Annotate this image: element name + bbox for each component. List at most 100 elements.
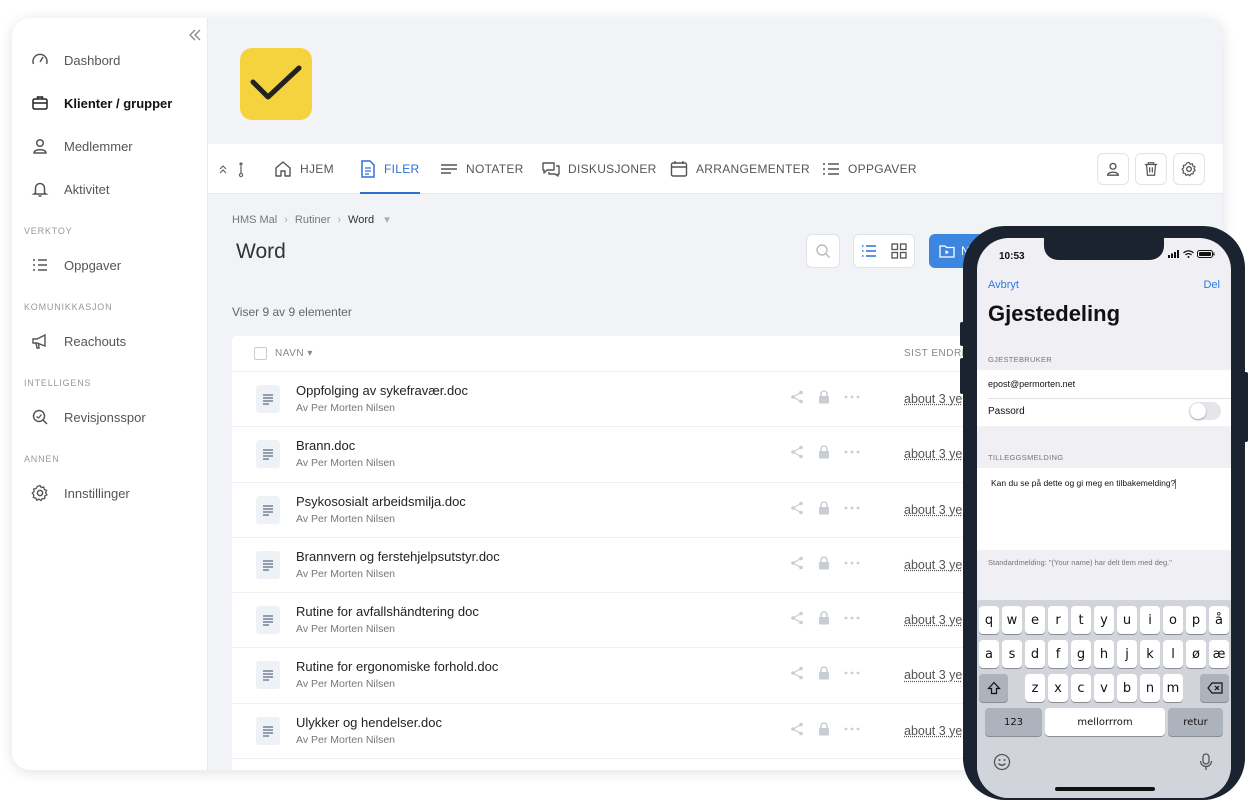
table-row[interactable]: Brannvern og ferstehjelpsutstyr.doc Av Pe… <box>232 538 992 594</box>
expand-icon[interactable] <box>218 144 252 194</box>
key[interactable]: d <box>1025 640 1045 668</box>
share-icon[interactable] <box>790 611 804 625</box>
sidebar-item-reachouts[interactable]: Reachouts <box>30 331 126 351</box>
table-row[interactable]: Brann.doc Av Per Morten Nilsen about 3 ye <box>232 427 992 483</box>
sidebar-item-innstillinger[interactable]: Innstillinger <box>30 483 130 503</box>
key[interactable]: t <box>1071 606 1091 634</box>
email-field[interactable]: epost@permorten.net <box>988 379 1075 389</box>
key[interactable]: e <box>1025 606 1045 634</box>
file-name[interactable]: Psykososialt arbeidsmilja.doc <box>296 494 466 509</box>
tab-notater[interactable]: NOTATER <box>440 144 524 194</box>
key[interactable]: f <box>1048 640 1068 668</box>
more-icon[interactable] <box>844 506 860 510</box>
key[interactable]: z <box>1025 674 1045 702</box>
key[interactable]: j <box>1117 640 1137 668</box>
sidebar-item-dashbord[interactable]: Dashbord <box>30 50 120 70</box>
shift-key[interactable] <box>979 674 1008 702</box>
tab-oppgaver[interactable]: OPPGAVER <box>822 144 917 194</box>
return-key[interactable]: retur <box>1168 708 1223 736</box>
emoji-icon[interactable] <box>993 753 1011 776</box>
tab-hjem[interactable]: HJEM <box>274 144 334 194</box>
file-name[interactable]: Brann.doc <box>296 438 355 453</box>
table-row[interactable]: Oppfolging av sykefravær.doc Av Per Morte… <box>232 372 992 428</box>
lock-icon[interactable] <box>818 500 830 515</box>
search-button[interactable] <box>806 234 840 268</box>
key[interactable]: å <box>1209 606 1229 634</box>
file-name[interactable]: Rutine for avfallshändtering doc <box>296 604 479 619</box>
file-name[interactable]: Oppfolging av sykefravær.doc <box>296 383 468 398</box>
column-header-name[interactable]: NAVN ▾ <box>275 348 313 359</box>
key[interactable]: c <box>1071 674 1091 702</box>
share-icon[interactable] <box>790 445 804 459</box>
sidebar-item-medlemmer[interactable]: Medlemmer <box>30 136 133 156</box>
key[interactable]: r <box>1048 606 1068 634</box>
tab-arrangementer[interactable]: ARRANGEMENTER <box>670 144 810 194</box>
select-all-checkbox[interactable] <box>254 347 267 360</box>
backspace-key[interactable] <box>1200 674 1229 702</box>
key[interactable]: o <box>1163 606 1183 634</box>
sidebar-item-revisjonsspor[interactable]: Revisjonsspor <box>30 407 146 427</box>
key[interactable]: s <box>1002 640 1022 668</box>
more-icon[interactable] <box>844 561 860 565</box>
file-name[interactable]: Brannvern og ferstehjelpsutstyr.doc <box>296 549 500 564</box>
key[interactable]: v <box>1094 674 1114 702</box>
cancel-button[interactable]: Avbryt <box>988 279 1019 291</box>
breadcrumb-item[interactable]: Rutiner <box>295 214 330 226</box>
tab-filer[interactable]: FILER <box>360 144 420 194</box>
sidebar-item-klienter[interactable]: Klienter / grupper <box>30 93 172 113</box>
microphone-icon[interactable] <box>1199 753 1213 776</box>
key[interactable]: x <box>1048 674 1068 702</box>
lock-icon[interactable] <box>818 666 830 680</box>
members-button[interactable] <box>1097 153 1129 185</box>
key[interactable]: h <box>1094 640 1114 668</box>
share-icon[interactable] <box>790 666 804 680</box>
key[interactable]: y <box>1094 606 1114 634</box>
share-icon[interactable] <box>790 556 804 570</box>
lock-icon[interactable] <box>818 611 830 625</box>
share-icon[interactable] <box>790 501 804 515</box>
numbers-key[interactable]: 123 <box>985 708 1042 736</box>
lock-icon[interactable] <box>818 390 830 404</box>
sidebar-item-oppgaver[interactable]: Oppgaver <box>30 255 121 275</box>
tab-diskusjoner[interactable]: DISKUSJONER <box>542 144 657 194</box>
table-row[interactable]: Rutine for ergonomiske forhold.doc Av Per… <box>232 648 992 704</box>
chevron-down-icon[interactable]: ▾ <box>384 214 390 226</box>
key[interactable]: p <box>1186 606 1206 634</box>
sidebar-item-aktivitet[interactable]: Aktivitet <box>30 179 110 199</box>
key[interactable]: w <box>1002 606 1022 634</box>
more-icon[interactable] <box>844 671 860 675</box>
more-icon[interactable] <box>844 395 860 399</box>
table-row[interactable]: Psykososialt arbeidsmilja.doc Av Per Mort… <box>232 483 992 538</box>
key[interactable]: n <box>1140 674 1160 702</box>
key[interactable]: i <box>1140 606 1160 634</box>
settings-button[interactable] <box>1173 153 1205 185</box>
key[interactable]: b <box>1117 674 1137 702</box>
file-name[interactable]: Ulykker og hendelser.doc <box>296 715 442 730</box>
password-toggle[interactable] <box>1189 402 1221 420</box>
key[interactable]: g <box>1071 640 1091 668</box>
table-row[interactable]: Ulykker og hendelser.doc Av Per Morten Ni… <box>232 704 992 760</box>
key[interactable]: u <box>1117 606 1137 634</box>
table-row[interactable]: Rutine for avfallshändtering doc Av Per M… <box>232 593 992 649</box>
share-icon[interactable] <box>790 722 804 736</box>
breadcrumb-item[interactable]: HMS Mal <box>232 214 277 226</box>
key[interactable]: m <box>1163 674 1183 702</box>
key[interactable]: æ <box>1209 640 1229 668</box>
lock-icon[interactable] <box>818 445 830 459</box>
breadcrumb-current[interactable]: Word <box>348 214 374 226</box>
more-icon[interactable] <box>844 727 860 731</box>
key[interactable]: a <box>979 640 999 668</box>
more-icon[interactable] <box>844 450 860 454</box>
list-view-button[interactable] <box>854 235 884 267</box>
message-field[interactable]: Kan du se på dette og gi meg en tilbakem… <box>991 478 1177 489</box>
lock-icon[interactable] <box>818 722 830 736</box>
key[interactable]: q <box>979 606 999 634</box>
file-name[interactable]: Rutine for ergonomiske forhold.doc <box>296 659 498 674</box>
more-icon[interactable] <box>844 616 860 620</box>
trash-button[interactable] <box>1135 153 1167 185</box>
space-key[interactable]: mellorrrom <box>1045 708 1165 736</box>
collapse-sidebar-icon[interactable] <box>188 28 202 44</box>
share-button[interactable]: Del <box>1203 279 1220 291</box>
grid-view-button[interactable] <box>884 235 914 267</box>
lock-icon[interactable] <box>818 556 830 570</box>
